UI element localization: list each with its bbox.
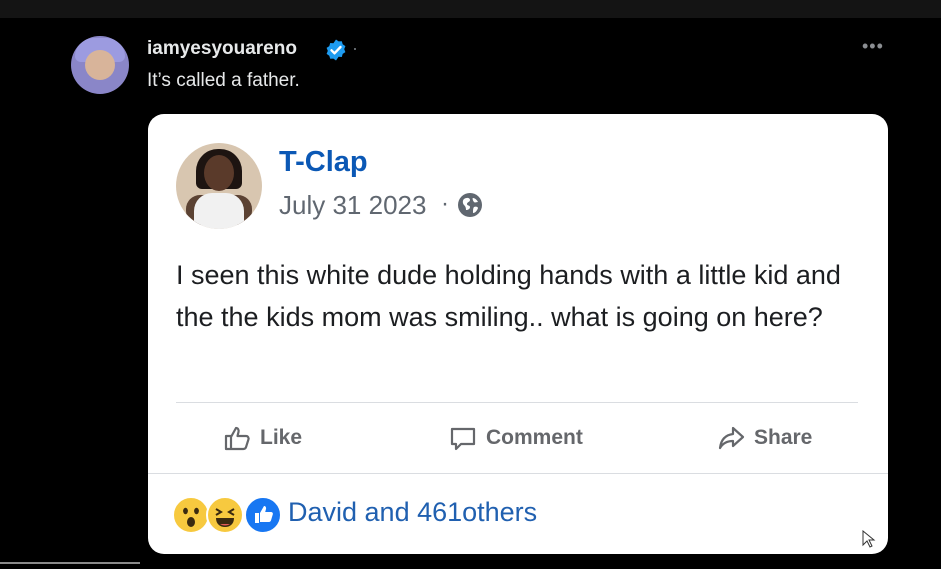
- wow-reaction-icon: [172, 496, 210, 534]
- share-button[interactable]: Share: [716, 420, 812, 456]
- like-reaction-icon: [244, 496, 282, 534]
- video-progress-bar[interactable]: [0, 562, 140, 564]
- like-button[interactable]: Like: [222, 420, 302, 456]
- share-label: Share: [754, 426, 813, 449]
- share-arrow-icon: [718, 426, 745, 450]
- reaction-icons[interactable]: [172, 496, 284, 534]
- username-separator: ·: [352, 38, 358, 58]
- comment-button[interactable]: Comment: [448, 420, 583, 456]
- haha-reaction-icon: [206, 496, 244, 534]
- globe-icon: [458, 193, 482, 217]
- like-label: Like: [260, 426, 303, 449]
- fb-post-text: I seen this white dude holding hands wit…: [176, 260, 841, 332]
- avatar-face: [204, 155, 234, 191]
- divider: [176, 402, 858, 403]
- date-separator: ·: [441, 190, 449, 217]
- video-top-bar: [0, 0, 941, 18]
- like-thumb-icon: [224, 426, 250, 451]
- tweet-author-avatar[interactable]: [71, 36, 129, 94]
- tweet-text: It’s called a father.: [147, 70, 300, 91]
- reactions-summary[interactable]: David and 461others: [288, 497, 537, 528]
- divider: [148, 473, 888, 474]
- right-margin: [916, 18, 941, 569]
- more-icon[interactable]: •••: [862, 36, 884, 57]
- comment-label: Comment: [486, 426, 583, 449]
- verified-badge-icon: [326, 39, 346, 61]
- left-margin: [0, 18, 58, 569]
- avatar-shirt: [194, 193, 244, 229]
- fb-author-avatar[interactable]: [176, 143, 262, 229]
- avatar-face: [85, 50, 115, 80]
- mouse-cursor-icon: [862, 530, 876, 548]
- comment-bubble-icon: [450, 427, 476, 451]
- tweet-username[interactable]: iamyesyouareno: [147, 38, 297, 60]
- fb-author-name[interactable]: T-Clap: [279, 146, 368, 179]
- fb-post-date[interactable]: July 31 2023: [279, 190, 426, 221]
